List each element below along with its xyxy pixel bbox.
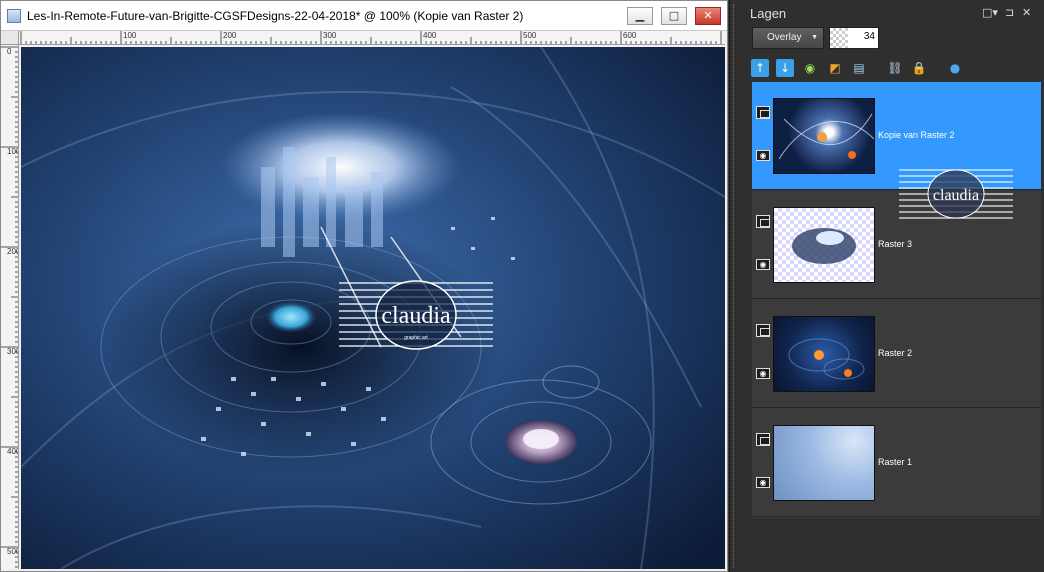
close-button[interactable]: ✕ bbox=[695, 7, 721, 25]
eye-icon[interactable]: ◉ bbox=[756, 150, 770, 161]
image-canvas[interactable]: claudia graphic art bbox=[21, 47, 725, 569]
minimize-button[interactable]: ▁ bbox=[627, 7, 653, 25]
layer-lock-icon[interactable] bbox=[756, 106, 770, 119]
link-icon[interactable]: ⛓ bbox=[886, 59, 904, 77]
ruler-label-300: 300 bbox=[323, 31, 337, 40]
vertical-ruler-ticks bbox=[1, 46, 18, 568]
lock-icon[interactable]: 🔒 bbox=[910, 59, 928, 77]
blend-mode-select[interactable]: Overlay ▼ bbox=[752, 27, 824, 49]
eye-icon[interactable]: ◉ bbox=[756, 259, 770, 270]
vruler-label-400: 400 bbox=[7, 447, 18, 456]
thumbnail-art bbox=[778, 113, 874, 160]
mask-icon[interactable]: ◩ bbox=[826, 59, 844, 77]
layer-row-raster-1[interactable]: ◉ Raster 1 bbox=[752, 409, 1041, 517]
layer-properties-icon[interactable]: ● bbox=[946, 59, 964, 77]
ruler-label-400: 400 bbox=[423, 31, 437, 40]
horizontal-ruler: 100 200 300 400 500 600 bbox=[19, 31, 725, 45]
vruler-label-300: 300 bbox=[7, 347, 18, 356]
opacity-value: 34 bbox=[863, 31, 875, 42]
title-bar[interactable]: Les-In-Remote-Future-van-Brigitte-CGSFDe… bbox=[1, 1, 727, 31]
opacity-field[interactable]: 34 bbox=[829, 27, 879, 49]
thumbnail-art bbox=[792, 228, 856, 264]
layer-name: Raster 3 bbox=[878, 239, 913, 249]
watermark-text: claudia bbox=[381, 303, 451, 329]
ruler-label-200: 200 bbox=[223, 31, 237, 40]
thumbnail-art bbox=[788, 338, 865, 380]
opacity-checker-icon bbox=[830, 28, 848, 48]
layers-panel: Lagen □▾ ⊐ ✕ Overlay ▼ 34 ↑ ↓ ◉ ◩ ▤ ⛓ 🔒 … bbox=[729, 0, 1044, 572]
drag-watermark-text: claudia bbox=[933, 187, 979, 204]
vruler-label-500: 500 bbox=[7, 547, 18, 556]
layer-lock-icon[interactable] bbox=[756, 324, 770, 337]
layer-name: Kopie van Raster 2 bbox=[878, 130, 955, 140]
move-layer-up-icon[interactable]: ↑ bbox=[751, 59, 769, 77]
vertical-ruler: 0 100 200 300 400 500 bbox=[1, 45, 19, 569]
ruler-label-500: 500 bbox=[523, 31, 537, 40]
panel-pin-icon[interactable]: ⊐ bbox=[1005, 6, 1014, 19]
drag-watermark: claudia bbox=[899, 169, 1013, 219]
layers-toolbar: ↑ ↓ ◉ ◩ ▤ ⛓ 🔒 ● bbox=[750, 57, 1040, 81]
panel-restore-icon[interactable]: □▾ bbox=[982, 6, 998, 19]
eye-icon[interactable]: ◉ bbox=[756, 368, 770, 379]
app-root: Les-In-Remote-Future-van-Brigitte-CGSFDe… bbox=[0, 0, 1044, 572]
maximize-button[interactable]: □ bbox=[661, 7, 687, 25]
eye-icon[interactable]: ◉ bbox=[756, 477, 770, 488]
move-layer-down-icon[interactable]: ↓ bbox=[776, 59, 794, 77]
layers-panel-footer bbox=[752, 518, 1041, 572]
layer-name: Raster 2 bbox=[878, 348, 913, 358]
watermark-subtext: graphic art bbox=[404, 335, 428, 341]
layer-thumbnail bbox=[773, 316, 875, 392]
layer-name: Raster 1 bbox=[878, 457, 913, 467]
artwork: claudia graphic art bbox=[21, 47, 725, 569]
window-title: Les-In-Remote-Future-van-Brigitte-CGSFDe… bbox=[27, 9, 524, 23]
ruler-label-600: 600 bbox=[623, 31, 637, 40]
chevron-down-icon: ▼ bbox=[811, 34, 818, 41]
layer-list: ◉ Kopie van Raster 2 ◉ Raster 3 ◉ Raster… bbox=[752, 82, 1041, 518]
vruler-label-100: 100 bbox=[7, 147, 18, 156]
document-icon bbox=[7, 9, 21, 23]
ruler-label-100: 100 bbox=[123, 31, 137, 40]
layer-lock-icon[interactable] bbox=[756, 215, 770, 228]
adjust-layer-icon[interactable]: ▤ bbox=[850, 59, 868, 77]
image-window: Les-In-Remote-Future-van-Brigitte-CGSFDe… bbox=[0, 0, 728, 572]
vruler-label-200: 200 bbox=[7, 247, 18, 256]
blend-mode-value: Overlay bbox=[767, 32, 802, 43]
layer-lock-icon[interactable] bbox=[756, 433, 770, 446]
layer-thumbnail bbox=[773, 207, 875, 283]
layer-thumbnail bbox=[773, 98, 875, 174]
panel-close-icon[interactable]: ✕ bbox=[1022, 6, 1031, 19]
visibility-toggle-icon[interactable]: ◉ bbox=[801, 59, 819, 77]
panel-title: Lagen bbox=[750, 6, 787, 21]
panel-grip[interactable] bbox=[733, 4, 737, 568]
vruler-label-0: 0 bbox=[7, 47, 12, 56]
ruler-corner bbox=[1, 31, 19, 45]
layer-row-raster-2[interactable]: ◉ Raster 2 bbox=[752, 300, 1041, 408]
layer-thumbnail bbox=[773, 425, 875, 501]
